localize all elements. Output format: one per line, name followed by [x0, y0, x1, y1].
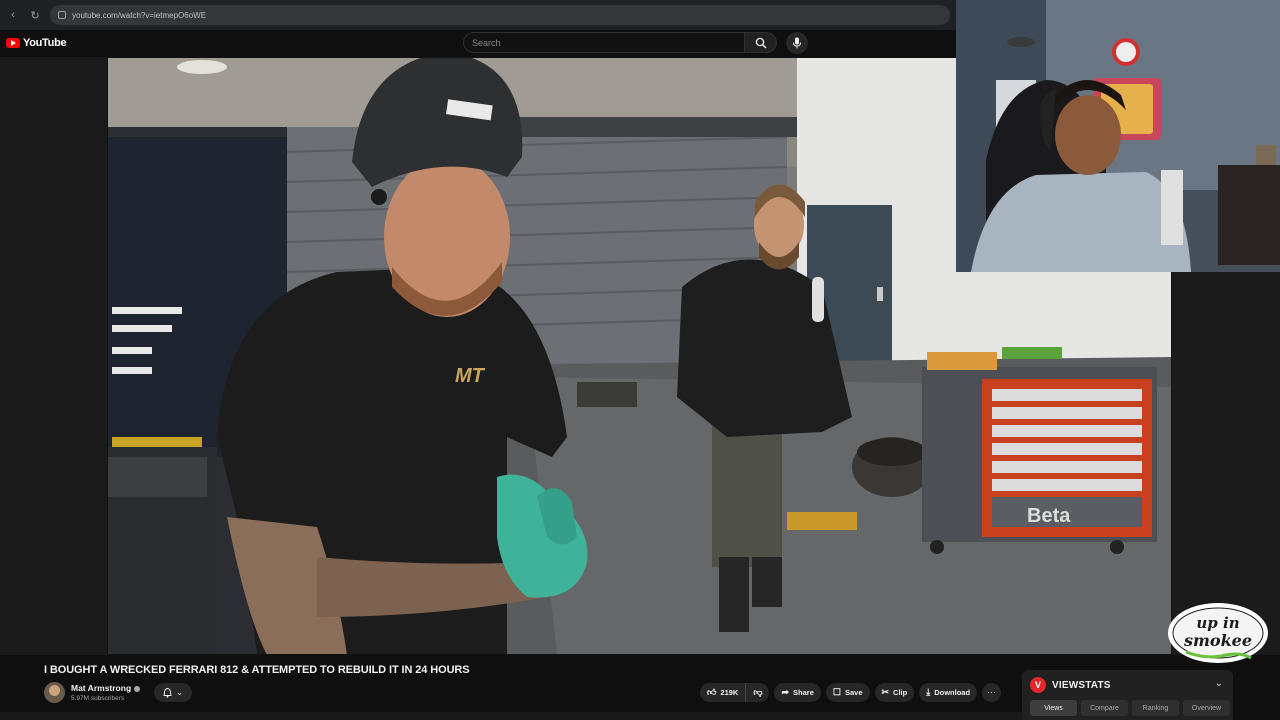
verified-badge-icon	[134, 685, 141, 692]
back-arrow-icon[interactable]: ‹	[6, 8, 20, 22]
site-info-icon[interactable]	[58, 11, 66, 19]
player-right-gutter	[1172, 272, 1280, 655]
webcam-frame	[956, 0, 1280, 272]
share-button[interactable]: ➦ Share	[774, 683, 821, 702]
share-label: Share	[793, 688, 814, 697]
webcam-overlay	[956, 0, 1280, 272]
sticker-line-1: up in	[1196, 614, 1239, 632]
viewstats-logo-icon: V	[1030, 677, 1046, 693]
tab-ranking[interactable]: Ranking	[1132, 700, 1179, 716]
more-dots-icon: ⋯	[987, 687, 997, 697]
thumbs-down-icon: 👎︎	[753, 687, 763, 697]
subscriber-count: 5.97M subscribers	[71, 695, 125, 702]
viewstats-header: V VIEWSTATS	[1030, 677, 1111, 693]
player-left-gutter	[0, 57, 107, 655]
like-button[interactable]: 👍︎ 219K	[700, 683, 747, 702]
clip-label: Clip	[893, 688, 908, 697]
thumbs-up-icon: 👍︎	[707, 687, 717, 697]
url-text: youtube.com/watch?v=ietmepO6oWE	[72, 10, 207, 20]
reload-icon[interactable]: ↻	[28, 8, 42, 22]
search-input[interactable]: Search	[463, 32, 745, 53]
search-icon	[755, 37, 766, 48]
clip-button[interactable]: ✂ Clip	[874, 683, 915, 702]
voice-search-button[interactable]	[786, 32, 808, 54]
streamer-logo: up in smokee	[1168, 603, 1268, 663]
save-label: Save	[844, 688, 863, 697]
tab-compare[interactable]: Compare	[1081, 700, 1128, 716]
share-arrow-icon: ➦	[781, 687, 790, 697]
toolbox-brand-text: Beta	[1027, 505, 1071, 527]
collapse-chevron-icon[interactable]: ⌄	[1215, 678, 1223, 689]
dislike-button[interactable]: 👎︎	[746, 683, 770, 702]
page-bottom-strip	[0, 712, 1022, 720]
tab-overview[interactable]: Overview	[1183, 700, 1230, 716]
youtube-play-icon	[6, 38, 20, 48]
download-icon: ⤓	[926, 687, 931, 697]
youtube-header: YouTube Search	[0, 30, 956, 57]
channel-name: Mat Armstrong	[71, 683, 132, 693]
download-label: Download	[934, 688, 971, 697]
sticker-line-2: smokee	[1183, 631, 1252, 650]
viewstats-tabs: Views Compare Ranking Overview	[1030, 700, 1230, 716]
tab-views[interactable]: Views	[1030, 700, 1077, 716]
more-actions-button[interactable]: ⋯	[982, 683, 1002, 702]
bookmark-icon: ☐	[832, 687, 841, 697]
youtube-logo[interactable]: YouTube	[6, 37, 67, 49]
like-count: 219K	[720, 688, 739, 697]
subscription-bell-button[interactable]: ⌄	[154, 683, 193, 702]
video-actions: 👍︎ 219K 👎︎ ➦ Share ☐ Save ✂ Clip ⤓ Downl…	[700, 683, 1002, 702]
channel-info: Mat Armstrong 5.97M subscribers	[71, 683, 141, 702]
search-placeholder: Search	[472, 37, 501, 48]
address-bar[interactable]: youtube.com/watch?v=ietmepO6oWE	[50, 5, 950, 25]
viewstats-title: VIEWSTATS	[1052, 679, 1111, 691]
viewstats-panel: V VIEWSTATS ⌄ Views Compare Ranking Over…	[1022, 670, 1233, 720]
channel-name-link[interactable]: Mat Armstrong	[71, 683, 141, 693]
bell-icon	[163, 687, 172, 698]
like-dislike-group: 👍︎ 219K 👎︎	[700, 683, 770, 702]
channel-row: Mat Armstrong 5.97M subscribers ⌄	[44, 682, 193, 703]
microphone-icon	[793, 37, 801, 49]
search-button[interactable]	[745, 32, 777, 53]
save-button[interactable]: ☐ Save	[825, 683, 870, 702]
scissors-icon: ✂	[881, 687, 890, 697]
video-title: I BOUGHT A WRECKED FERRARI 812 & ATTEMPT…	[44, 664, 470, 676]
shirt-logo-text: MT	[455, 365, 486, 387]
channel-avatar[interactable]	[44, 682, 65, 703]
screen: ‹ ↻ youtube.com/watch?v=ietmepO6oWE YouT…	[0, 0, 1280, 720]
youtube-logo-text: YouTube	[23, 37, 67, 49]
browser-toolbar: ‹ ↻ youtube.com/watch?v=ietmepO6oWE	[0, 0, 956, 30]
streamer-logo-sticker: up in smokee	[1166, 600, 1270, 666]
download-button[interactable]: ⤓ Download	[919, 683, 978, 702]
chevron-down-icon: ⌄	[176, 688, 183, 697]
